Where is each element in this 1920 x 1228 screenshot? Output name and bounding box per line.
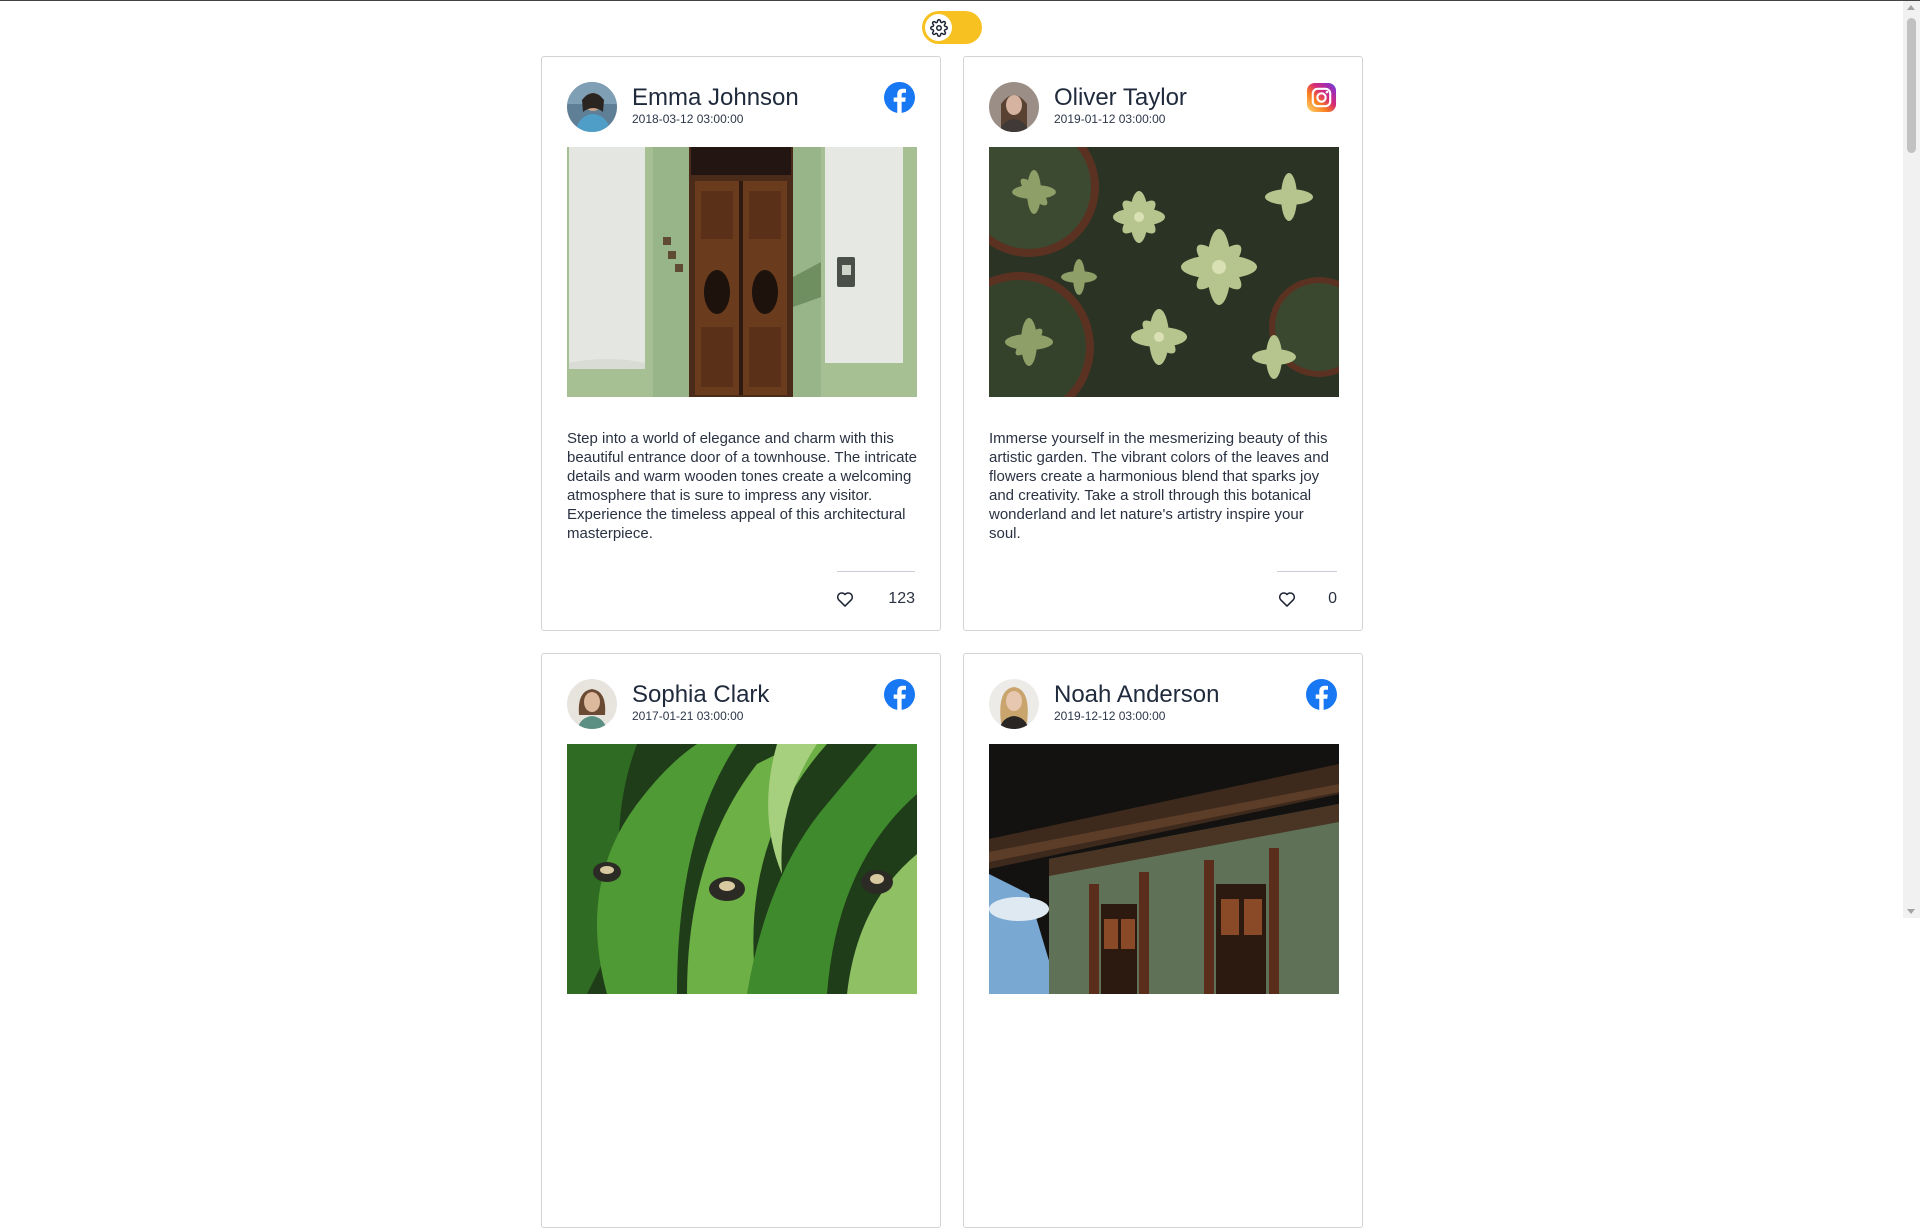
avatar [989, 679, 1039, 729]
divider [1277, 571, 1337, 572]
avatar [567, 679, 617, 729]
like-count: 123 [888, 590, 915, 607]
avatar [989, 82, 1039, 132]
scrollbar-thumb[interactable] [1907, 18, 1916, 153]
toggle-knob[interactable] [925, 14, 952, 41]
post-card: Sophia Clark 2017-01-21 03:00:00 [541, 653, 941, 1228]
instagram-icon[interactable] [1306, 82, 1337, 113]
post-image[interactable] [567, 744, 917, 994]
scroll-down-icon[interactable] [1907, 909, 1915, 914]
post-card: Emma Johnson 2018-03-12 03:00:00 Step in… [541, 56, 941, 631]
gear-icon [929, 18, 948, 37]
post-date: 2019-12-12 03:00:00 [1054, 709, 1166, 723]
post-card: Oliver Taylor 2019-01-12 03:00:00 Immers… [963, 56, 1363, 631]
divider [837, 571, 915, 572]
post-date: 2018-03-12 03:00:00 [632, 112, 744, 126]
post-description: Step into a world of elegance and charm … [567, 430, 917, 542]
post-card: Noah Anderson 2019-12-12 03:00:00 [963, 653, 1363, 1228]
scroll-up-icon[interactable] [1907, 5, 1915, 10]
post-image[interactable] [989, 147, 1339, 397]
heart-icon[interactable] [1277, 589, 1297, 609]
facebook-icon[interactable] [884, 82, 915, 113]
author-name[interactable]: Emma Johnson [632, 84, 799, 112]
author-name[interactable]: Noah Anderson [1054, 681, 1219, 709]
post-image[interactable] [989, 744, 1339, 994]
like-count: 0 [1328, 590, 1337, 607]
author-name[interactable]: Oliver Taylor [1054, 84, 1187, 112]
post-description: Immerse yourself in the mesmerizing beau… [989, 430, 1329, 542]
post-image[interactable] [567, 147, 917, 397]
theme-toggle[interactable] [922, 11, 982, 44]
author-name[interactable]: Sophia Clark [632, 681, 769, 709]
avatar [567, 82, 617, 132]
facebook-icon[interactable] [884, 679, 915, 710]
vertical-scrollbar[interactable] [1903, 1, 1920, 918]
heart-icon[interactable] [835, 589, 855, 609]
facebook-icon[interactable] [1306, 679, 1337, 710]
post-date: 2019-01-12 03:00:00 [1054, 112, 1166, 126]
post-date: 2017-01-21 03:00:00 [632, 709, 744, 723]
